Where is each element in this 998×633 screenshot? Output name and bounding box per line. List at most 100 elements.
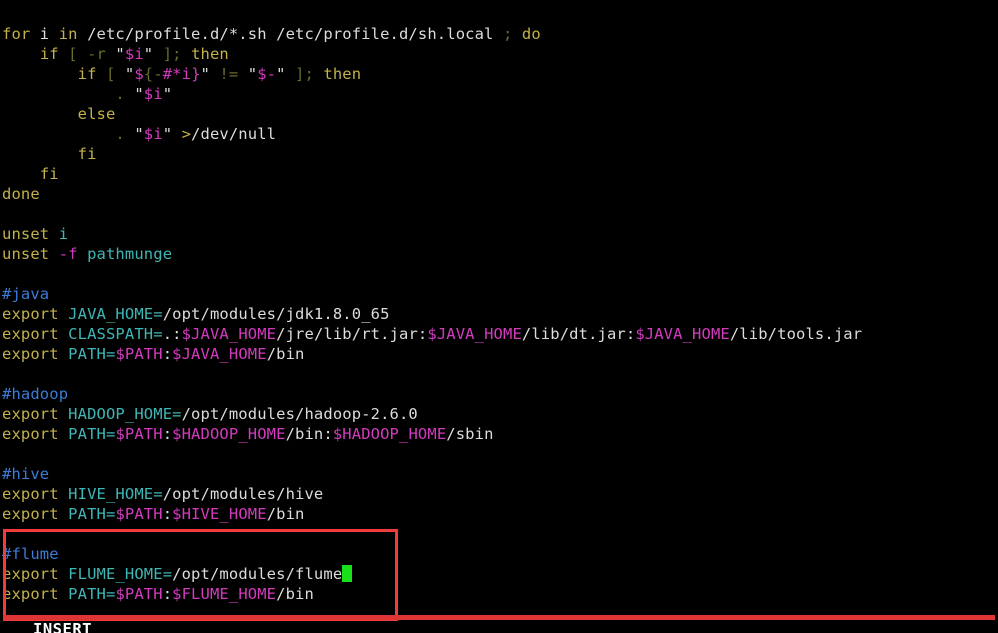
code-token: HADOOP_HOME= bbox=[68, 405, 182, 423]
code-line[interactable]: fi bbox=[0, 144, 998, 164]
code-token: pathmunge bbox=[87, 245, 173, 263]
code-line[interactable]: export PATH=$PATH:$JAVA_HOME/bin bbox=[0, 344, 998, 364]
code-line[interactable] bbox=[0, 364, 998, 384]
code-line[interactable]: export JAVA_HOME=/opt/modules/jdk1.8.0_6… bbox=[0, 304, 998, 324]
code-token: /opt/modules/jdk1.8.0_65 bbox=[162, 305, 390, 323]
code-token: CLASSPATH= bbox=[68, 325, 163, 343]
code-line[interactable]: export PATH=$PATH:$FLUME_HOME/bin bbox=[0, 584, 998, 604]
code-token: PATH= bbox=[68, 425, 116, 443]
code-token: - bbox=[153, 65, 163, 83]
code-token: ] bbox=[295, 65, 305, 83]
code-token: #hive bbox=[2, 465, 50, 483]
code-token: $HIVE_HOME bbox=[172, 505, 267, 523]
code-line[interactable]: #flume bbox=[0, 544, 998, 564]
code-token: " bbox=[238, 65, 258, 83]
code-line[interactable] bbox=[0, 524, 998, 544]
code-line[interactable]: #java bbox=[0, 284, 998, 304]
code-line[interactable]: unset i bbox=[0, 224, 998, 244]
code-line[interactable]: export HIVE_HOME=/opt/modules/hive bbox=[0, 484, 998, 504]
code-token: /bin bbox=[266, 345, 305, 363]
code-token: ] bbox=[162, 45, 173, 63]
code-token: fi bbox=[39, 165, 59, 183]
code-token: -r bbox=[87, 45, 106, 63]
code-token: -f bbox=[58, 245, 78, 263]
code-token: ; bbox=[172, 45, 182, 63]
code-token: " bbox=[200, 65, 220, 83]
code-token: $PATH bbox=[115, 585, 163, 603]
code-line[interactable]: #hive bbox=[0, 464, 998, 484]
code-token: $HADOOP_HOME bbox=[332, 425, 447, 443]
code-line[interactable] bbox=[0, 204, 998, 224]
code-token: /etc/profile.d/*.sh /etc/profile.d/sh.lo… bbox=[77, 25, 503, 43]
code-token: $PATH bbox=[115, 425, 163, 443]
code-line[interactable]: export PATH=$PATH:$HIVE_HOME/bin bbox=[0, 504, 998, 524]
code-token: done bbox=[2, 185, 40, 203]
code-token: " bbox=[124, 85, 144, 103]
code-line[interactable]: for i in /etc/profile.d/*.sh /etc/profil… bbox=[0, 24, 998, 44]
code-line[interactable] bbox=[0, 264, 998, 284]
code-token: : bbox=[162, 585, 173, 603]
code-line[interactable]: if [ -r "$i" ]; then bbox=[0, 44, 998, 64]
code-line[interactable]: export FLUME_HOME=/opt/modules/flume bbox=[0, 564, 998, 584]
text-cursor bbox=[342, 565, 353, 582]
code-token: .: bbox=[162, 325, 182, 343]
code-line[interactable]: fi bbox=[0, 164, 998, 184]
code-token: } bbox=[191, 65, 201, 83]
code-token: /bin bbox=[266, 505, 305, 523]
code-line[interactable] bbox=[0, 444, 998, 464]
code-token: /bin: bbox=[285, 425, 333, 443]
code-line[interactable]: export HADOOP_HOME=/opt/modules/hadoop-2… bbox=[0, 404, 998, 424]
code-token: export bbox=[2, 425, 59, 443]
code-token: /opt/modules/flume bbox=[172, 565, 343, 583]
terminal-window[interactable]: for i in /etc/profile.d/*.sh /etc/profil… bbox=[0, 0, 998, 633]
code-token: $i bbox=[143, 125, 163, 143]
code-line[interactable]: export CLASSPATH=.:$JAVA_HOME/jre/lib/rt… bbox=[0, 324, 998, 344]
code-line[interactable]: unset -f pathmunge bbox=[0, 244, 998, 264]
code-line[interactable]: else bbox=[0, 104, 998, 124]
code-token: unset bbox=[2, 245, 50, 263]
code-token: $JAVA_HOME bbox=[635, 325, 730, 343]
code-token: $i bbox=[124, 45, 144, 63]
code-token: if bbox=[39, 45, 59, 63]
code-token: export bbox=[2, 565, 59, 583]
code-token: " bbox=[162, 85, 173, 103]
code-token: export bbox=[2, 585, 59, 603]
code-token: [ bbox=[68, 45, 78, 63]
code-token: #flume bbox=[2, 545, 59, 563]
code-line[interactable]: if [ "${-#*i}" != "$-" ]; then bbox=[0, 64, 998, 84]
code-token: JAVA_HOME= bbox=[68, 305, 163, 323]
code-line[interactable]: done bbox=[0, 184, 998, 204]
code-token: " bbox=[276, 65, 296, 83]
code-token: #java bbox=[2, 285, 50, 303]
code-token: /opt/modules/hive bbox=[162, 485, 324, 503]
code-token: export bbox=[2, 485, 59, 503]
code-line[interactable]: #hadoop bbox=[0, 384, 998, 404]
code-token: FLUME_HOME= bbox=[68, 565, 173, 583]
code-token: $PATH bbox=[115, 345, 163, 363]
code-token: /bin bbox=[276, 585, 314, 603]
code-token: " bbox=[115, 65, 135, 83]
code-token: export bbox=[2, 325, 59, 343]
code-token: #hadoop bbox=[2, 385, 69, 403]
code-token: /opt/modules/hadoop-2.6.0 bbox=[181, 405, 418, 423]
code-token: #*i bbox=[162, 65, 192, 83]
code-token: fi bbox=[77, 145, 97, 163]
editor-text-buffer[interactable]: for i in /etc/profile.d/*.sh /etc/profil… bbox=[0, 24, 998, 604]
code-token: . bbox=[115, 85, 125, 103]
code-line[interactable]: export PATH=$PATH:$HADOOP_HOME/bin:$HADO… bbox=[0, 424, 998, 444]
code-line[interactable]: . "$i" bbox=[0, 84, 998, 104]
code-line[interactable]: . "$i" >/dev/null bbox=[0, 124, 998, 144]
code-token: " bbox=[105, 45, 125, 63]
